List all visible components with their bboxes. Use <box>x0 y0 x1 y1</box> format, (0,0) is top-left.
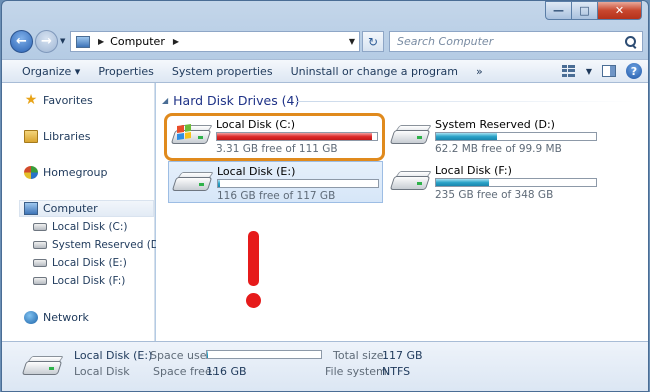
sidebar-item-disk-d[interactable]: System Reserved (D:) <box>33 239 167 251</box>
caption-buttons: — □ ✕ <box>545 1 642 20</box>
sidebar-item-computer[interactable]: Computer <box>19 200 154 217</box>
sidebar-item-label: Network <box>43 311 89 324</box>
drive-usage-bar <box>217 179 379 188</box>
sidebar-item-label: Local Disk (C:) <box>52 221 128 233</box>
drive-icon <box>21 356 64 378</box>
breadcrumb-arrow-icon[interactable]: ▶ <box>98 37 104 46</box>
breadcrumb-computer[interactable]: Computer <box>110 35 165 48</box>
group-header[interactable]: ◢ Hard Disk Drives (4) <box>162 93 299 108</box>
drive-icon <box>33 259 47 267</box>
sidebar-item-favorites[interactable]: ★ Favorites <box>24 92 93 108</box>
total-size-label: Total size: <box>333 349 388 362</box>
computer-icon <box>76 35 90 48</box>
recent-pages-chevron-icon[interactable]: ▼ <box>60 37 65 45</box>
explorer-window: — □ ✕ ← → ▼ ▶ Computer ▶ ▼ ↻ Search Comp… <box>1 0 649 392</box>
command-bar: Organize ▾ Properties System properties … <box>2 59 648 83</box>
breadcrumb-arrow-icon[interactable]: ▶ <box>173 37 179 46</box>
drive-item-e[interactable]: Local Disk (E:) 116 GB free of 117 GB <box>168 161 383 203</box>
view-dropdown-icon[interactable]: ▼ <box>586 67 592 76</box>
close-button[interactable]: ✕ <box>598 1 642 20</box>
sidebar-item-disk-e[interactable]: Local Disk (E:) <box>33 257 127 269</box>
search-input[interactable]: Search Computer <box>389 31 643 52</box>
total-size-value: 117 GB <box>382 349 423 362</box>
drive-free-space: 235 GB free of 348 GB <box>435 189 554 201</box>
back-button[interactable]: ← <box>10 30 33 53</box>
drive-name: Local Disk (E:) <box>217 165 296 178</box>
navigation-pane: ★ Favorites Libraries Homegroup Computer… <box>2 83 167 341</box>
help-icon[interactable]: ? <box>626 63 642 79</box>
drive-usage-bar <box>435 178 597 187</box>
group-title: Hard Disk Drives (4) <box>173 93 300 108</box>
drive-usage-fill <box>218 180 220 187</box>
preview-pane-icon[interactable] <box>602 65 616 77</box>
details-usage-fill <box>207 351 209 358</box>
uninstall-program-button[interactable]: Uninstall or change a program <box>282 65 467 78</box>
star-icon: ★ <box>24 92 38 108</box>
search-placeholder: Search Computer <box>397 35 494 48</box>
drive-item-d[interactable]: System Reserved (D:) 62.2 MB free of 99.… <box>387 115 602 157</box>
sidebar-item-label: Homegroup <box>43 166 108 179</box>
details-pane: Local Disk (E:) Local Disk Space used: S… <box>2 341 648 391</box>
address-bar[interactable]: ▶ Computer ▶ ▼ <box>70 31 360 52</box>
library-icon <box>24 130 38 143</box>
collapse-arrow-icon[interactable]: ◢ <box>162 96 168 105</box>
sidebar-item-label: Computer <box>43 202 98 215</box>
exclamation-dot-icon <box>246 293 261 308</box>
drive-name: System Reserved (D:) <box>435 118 555 131</box>
sidebar-item-libraries[interactable]: Libraries <box>24 130 91 143</box>
maximize-button[interactable]: □ <box>572 1 598 20</box>
exclamation-mark-icon <box>248 231 259 286</box>
drive-icon <box>389 125 432 147</box>
homegroup-icon <box>24 166 38 179</box>
details-usage-bar <box>206 350 322 359</box>
file-system-label: File system: <box>325 365 391 378</box>
space-free-value: 116 GB <box>206 365 247 378</box>
drive-icon <box>33 223 47 231</box>
drive-icon <box>171 172 214 194</box>
highlight-callout <box>164 113 385 161</box>
sidebar-item-label: Libraries <box>43 130 91 143</box>
sidebar-item-network[interactable]: Network <box>24 311 89 324</box>
sidebar-item-label: Local Disk (E:) <box>52 257 127 269</box>
sidebar-item-label: Favorites <box>43 94 93 107</box>
file-system-value: NTFS <box>382 365 411 378</box>
properties-button[interactable]: Properties <box>89 65 163 78</box>
network-icon <box>24 311 38 324</box>
forward-button[interactable]: → <box>35 30 58 53</box>
details-drive-type: Local Disk <box>74 365 130 378</box>
drive-free-space: 116 GB free of 117 GB <box>217 190 336 202</box>
content-pane: ◢ Hard Disk Drives (4) Local Disk (C:) 3… <box>156 83 648 341</box>
drive-name: Local Disk (F:) <box>435 164 512 177</box>
drive-free-space: 62.2 MB free of 99.9 MB <box>435 143 562 155</box>
group-divider <box>296 101 636 102</box>
system-properties-button[interactable]: System properties <box>163 65 282 78</box>
change-view-icon[interactable] <box>561 65 576 77</box>
details-drive-name: Local Disk (E:) <box>74 349 153 362</box>
drive-item-f[interactable]: Local Disk (F:) 235 GB free of 348 GB <box>387 161 602 203</box>
sidebar-item-homegroup[interactable]: Homegroup <box>24 166 107 179</box>
organize-button[interactable]: Organize ▾ <box>2 65 89 78</box>
minimize-button[interactable]: — <box>545 1 572 20</box>
more-commands-button[interactable]: » <box>467 65 492 78</box>
sidebar-item-label: System Reserved (D:) <box>52 239 167 251</box>
drive-icon <box>33 277 47 285</box>
drive-icon <box>389 171 432 193</box>
search-icon[interactable] <box>624 35 638 49</box>
sidebar-item-disk-c[interactable]: Local Disk (C:) <box>33 221 128 233</box>
drive-icon <box>33 241 47 249</box>
sidebar-item-disk-f[interactable]: Local Disk (F:) <box>33 275 125 287</box>
computer-icon <box>24 202 38 215</box>
refresh-button[interactable]: ↻ <box>362 31 384 52</box>
address-dropdown-icon[interactable]: ▼ <box>349 37 355 46</box>
sidebar-item-label: Local Disk (F:) <box>52 275 126 287</box>
drive-usage-fill <box>436 179 489 186</box>
drive-usage-fill <box>436 133 497 140</box>
drive-usage-bar <box>435 132 597 141</box>
